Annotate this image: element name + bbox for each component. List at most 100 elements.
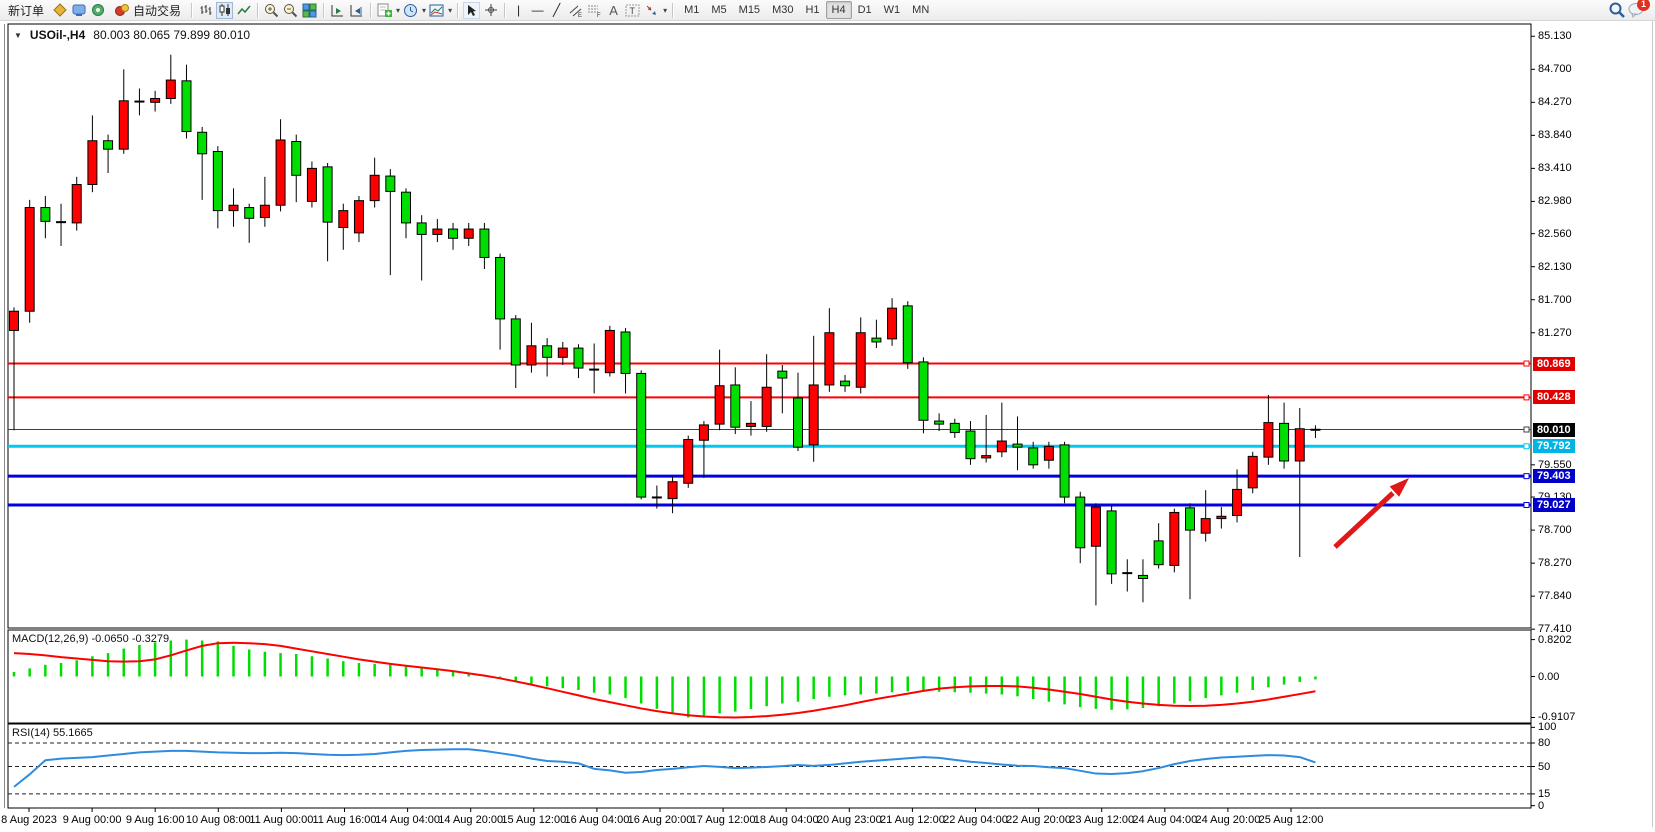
candle-body[interactable] (903, 306, 912, 363)
tf-mn-button[interactable]: MN (906, 1, 935, 19)
candle-body[interactable] (1013, 444, 1022, 447)
hline-handle[interactable] (1524, 361, 1529, 366)
auto-scroll-icon[interactable] (329, 2, 346, 19)
candle-body[interactable] (856, 333, 865, 388)
candle-body[interactable] (72, 185, 81, 223)
tf-h4-button[interactable]: H4 (826, 1, 852, 19)
arrows-dropdown-icon[interactable]: ▾ (663, 6, 667, 15)
candle-body[interactable] (1280, 423, 1289, 461)
candle-body[interactable] (198, 132, 207, 154)
candle-body[interactable] (794, 398, 803, 447)
tf-m15-button[interactable]: M15 (733, 1, 766, 19)
tf-w1-button[interactable]: W1 (878, 1, 907, 19)
tf-m1-button[interactable]: M1 (678, 1, 705, 19)
candle-body[interactable] (621, 332, 630, 373)
candle-body[interactable] (872, 338, 881, 342)
candle-body[interactable] (213, 151, 222, 210)
tf-m30-button[interactable]: M30 (766, 1, 799, 19)
candle-body[interactable] (386, 176, 395, 191)
candle-body[interactable] (809, 385, 818, 445)
terminal-icon[interactable] (70, 2, 87, 19)
candle-body[interactable] (245, 208, 254, 219)
candle-body[interactable] (151, 98, 160, 102)
hline-handle[interactable] (1524, 502, 1529, 507)
candle-body[interactable] (1060, 445, 1069, 497)
annotation-arrow-shaft[interactable] (1335, 493, 1393, 547)
candle-body[interactable] (888, 308, 897, 339)
hline-handle[interactable] (1524, 444, 1529, 449)
candle-body[interactable] (1248, 456, 1257, 487)
candle-body[interactable] (1295, 429, 1304, 461)
candle-body[interactable] (166, 80, 175, 98)
candle-body[interactable] (480, 229, 489, 257)
candle-body[interactable] (935, 421, 944, 424)
candle-body[interactable] (746, 423, 755, 426)
candle-body[interactable] (1076, 497, 1085, 548)
candle-body[interactable] (307, 168, 316, 201)
candle-body[interactable] (1154, 541, 1163, 565)
signals-icon[interactable] (89, 2, 106, 19)
templates-dropdown-icon[interactable]: ▾ (448, 6, 452, 15)
candle-body[interactable] (354, 201, 363, 233)
zoom-out-icon[interactable] (282, 2, 299, 19)
candle-body[interactable] (323, 167, 332, 222)
candle-body[interactable] (574, 348, 583, 368)
bar-chart-icon[interactable] (197, 2, 214, 19)
candle-body[interactable] (778, 371, 787, 378)
candle-body[interactable] (841, 381, 850, 386)
equidistant-channel-icon[interactable]: E (567, 2, 584, 19)
candle-body[interactable] (982, 456, 991, 458)
trendline-icon[interactable]: ╱ (548, 2, 565, 19)
candle-body[interactable] (10, 311, 19, 330)
candle-body[interactable] (182, 81, 191, 132)
periods-dropdown-icon[interactable]: ▾ (422, 6, 426, 15)
horizontal-line-icon[interactable]: — (529, 2, 546, 19)
candle-body[interactable] (41, 208, 50, 222)
fibonacci-icon[interactable]: F (586, 2, 603, 19)
tf-m5-button[interactable]: M5 (705, 1, 732, 19)
chart-canvas[interactable] (0, 21, 1655, 832)
candle-body[interactable] (464, 229, 473, 238)
candle-body[interactable] (715, 386, 724, 424)
candle-body[interactable] (449, 229, 458, 238)
tf-d1-button[interactable]: D1 (852, 1, 878, 19)
candle-body[interactable] (684, 439, 693, 483)
candle-body[interactable] (402, 192, 411, 223)
templates-icon[interactable] (428, 2, 445, 19)
candle-body[interactable] (731, 385, 740, 427)
candle-body[interactable] (511, 319, 520, 365)
candle-body[interactable] (668, 482, 677, 499)
candle-body[interactable] (605, 330, 614, 372)
candle-body[interactable] (543, 346, 552, 358)
vertical-line-icon[interactable]: | (510, 2, 527, 19)
candle-body[interactable] (1107, 511, 1116, 574)
candle-body[interactable] (104, 141, 113, 149)
candle-body[interactable] (433, 229, 442, 234)
candle-body[interactable] (637, 373, 646, 497)
search-icon[interactable] (1608, 2, 1625, 19)
candle-body[interactable] (1264, 423, 1273, 458)
candle-body[interactable] (1029, 448, 1038, 465)
market-watch-icon[interactable] (51, 2, 68, 19)
candle-body[interactable] (276, 140, 285, 205)
crosshair-icon[interactable] (482, 2, 499, 19)
candle-body[interactable] (699, 425, 708, 440)
candle-body[interactable] (292, 142, 301, 176)
candle-body[interactable] (339, 211, 348, 228)
candlestick-chart-icon[interactable] (216, 2, 233, 19)
hline-handle[interactable] (1524, 474, 1529, 479)
arrows-tool-icon[interactable] (643, 2, 660, 19)
zoom-in-icon[interactable] (263, 2, 280, 19)
candle-body[interactable] (417, 223, 426, 235)
candle-body[interactable] (25, 208, 34, 312)
indicators-icon[interactable] (376, 2, 393, 19)
indicators-dropdown-icon[interactable]: ▾ (396, 6, 400, 15)
candle-body[interactable] (950, 423, 959, 432)
candle-body[interactable] (762, 387, 771, 426)
candle-body[interactable] (1091, 507, 1100, 546)
candle-body[interactable] (229, 205, 238, 210)
text-label-icon[interactable]: T (624, 2, 641, 19)
chart-shift-icon[interactable] (348, 2, 365, 19)
periods-clock-icon[interactable] (402, 2, 419, 19)
candle-body[interactable] (119, 101, 128, 149)
